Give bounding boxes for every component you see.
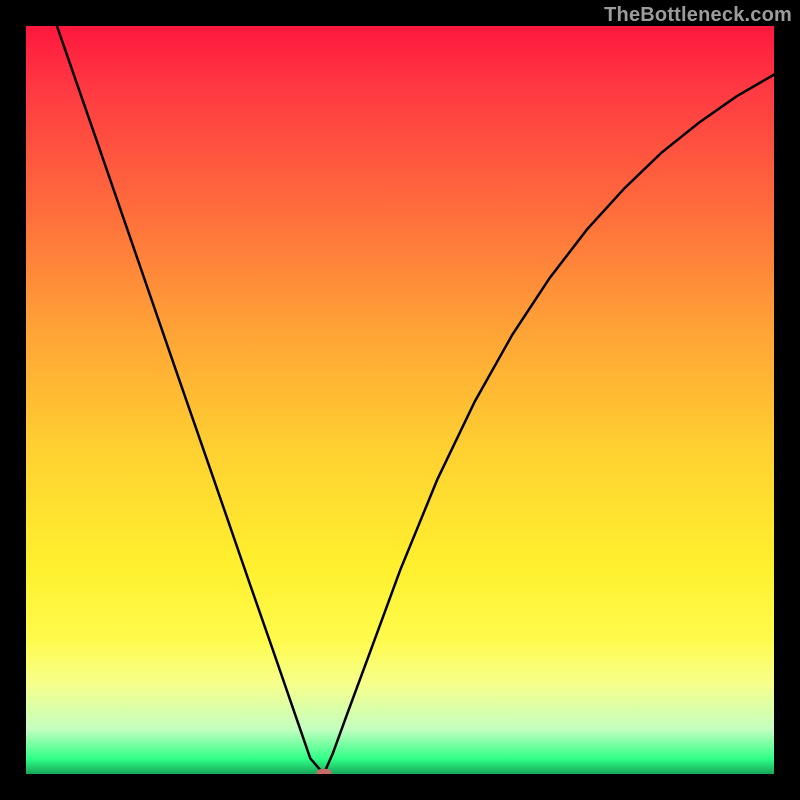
optimum-marker xyxy=(316,769,332,774)
watermark-text: TheBottleneck.com xyxy=(604,4,792,27)
bottleneck-curve xyxy=(26,26,774,774)
plot-area xyxy=(26,26,774,774)
chart-root: TheBottleneck.com xyxy=(0,0,800,800)
